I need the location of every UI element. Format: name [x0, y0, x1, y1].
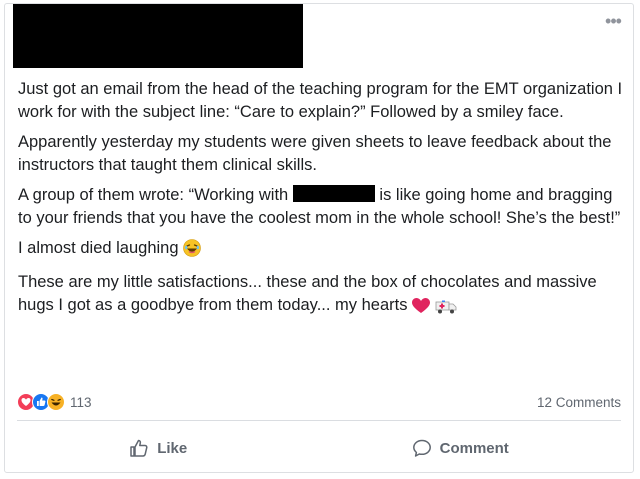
more-options-icon[interactable]: ••• [601, 12, 625, 32]
laughing-emoji-icon [183, 239, 201, 264]
haha-reaction-icon [47, 393, 65, 411]
like-label: Like [157, 439, 188, 457]
ambulance-icon [435, 298, 457, 321]
post-paragraph: These are my little satisfactions... the… [18, 271, 623, 321]
post-paragraph: I almost died laughing [18, 237, 623, 264]
reaction-summary[interactable]: 113 [17, 393, 92, 411]
post-card: ••• Just got an email from the head of t… [4, 3, 634, 473]
reactions-bar: 113 12 Comments [17, 390, 621, 414]
post-paragraph: Just got an email from the head of the t… [18, 80, 623, 121]
red-heart-icon [412, 298, 431, 321]
reaction-count[interactable]: 113 [70, 395, 92, 410]
comment-label: Comment [439, 439, 509, 457]
comments-count-link[interactable]: 12 Comments [537, 395, 621, 410]
thumbs-up-icon [130, 439, 148, 457]
post-paragraph: A group of them wrote: “Working with is … [18, 185, 621, 227]
divider [17, 420, 621, 421]
comment-bubble-icon [412, 439, 431, 457]
action-bar: Like Comment [17, 430, 621, 466]
post-paragraph: Apparently yesterday my students were gi… [18, 133, 612, 174]
comment-button[interactable]: Comment [412, 438, 509, 458]
post-text: Just got an email from the head of the t… [18, 78, 623, 328]
like-button[interactable]: Like [129, 438, 187, 458]
redacted-name [292, 185, 375, 202]
redacted-header [13, 4, 303, 68]
